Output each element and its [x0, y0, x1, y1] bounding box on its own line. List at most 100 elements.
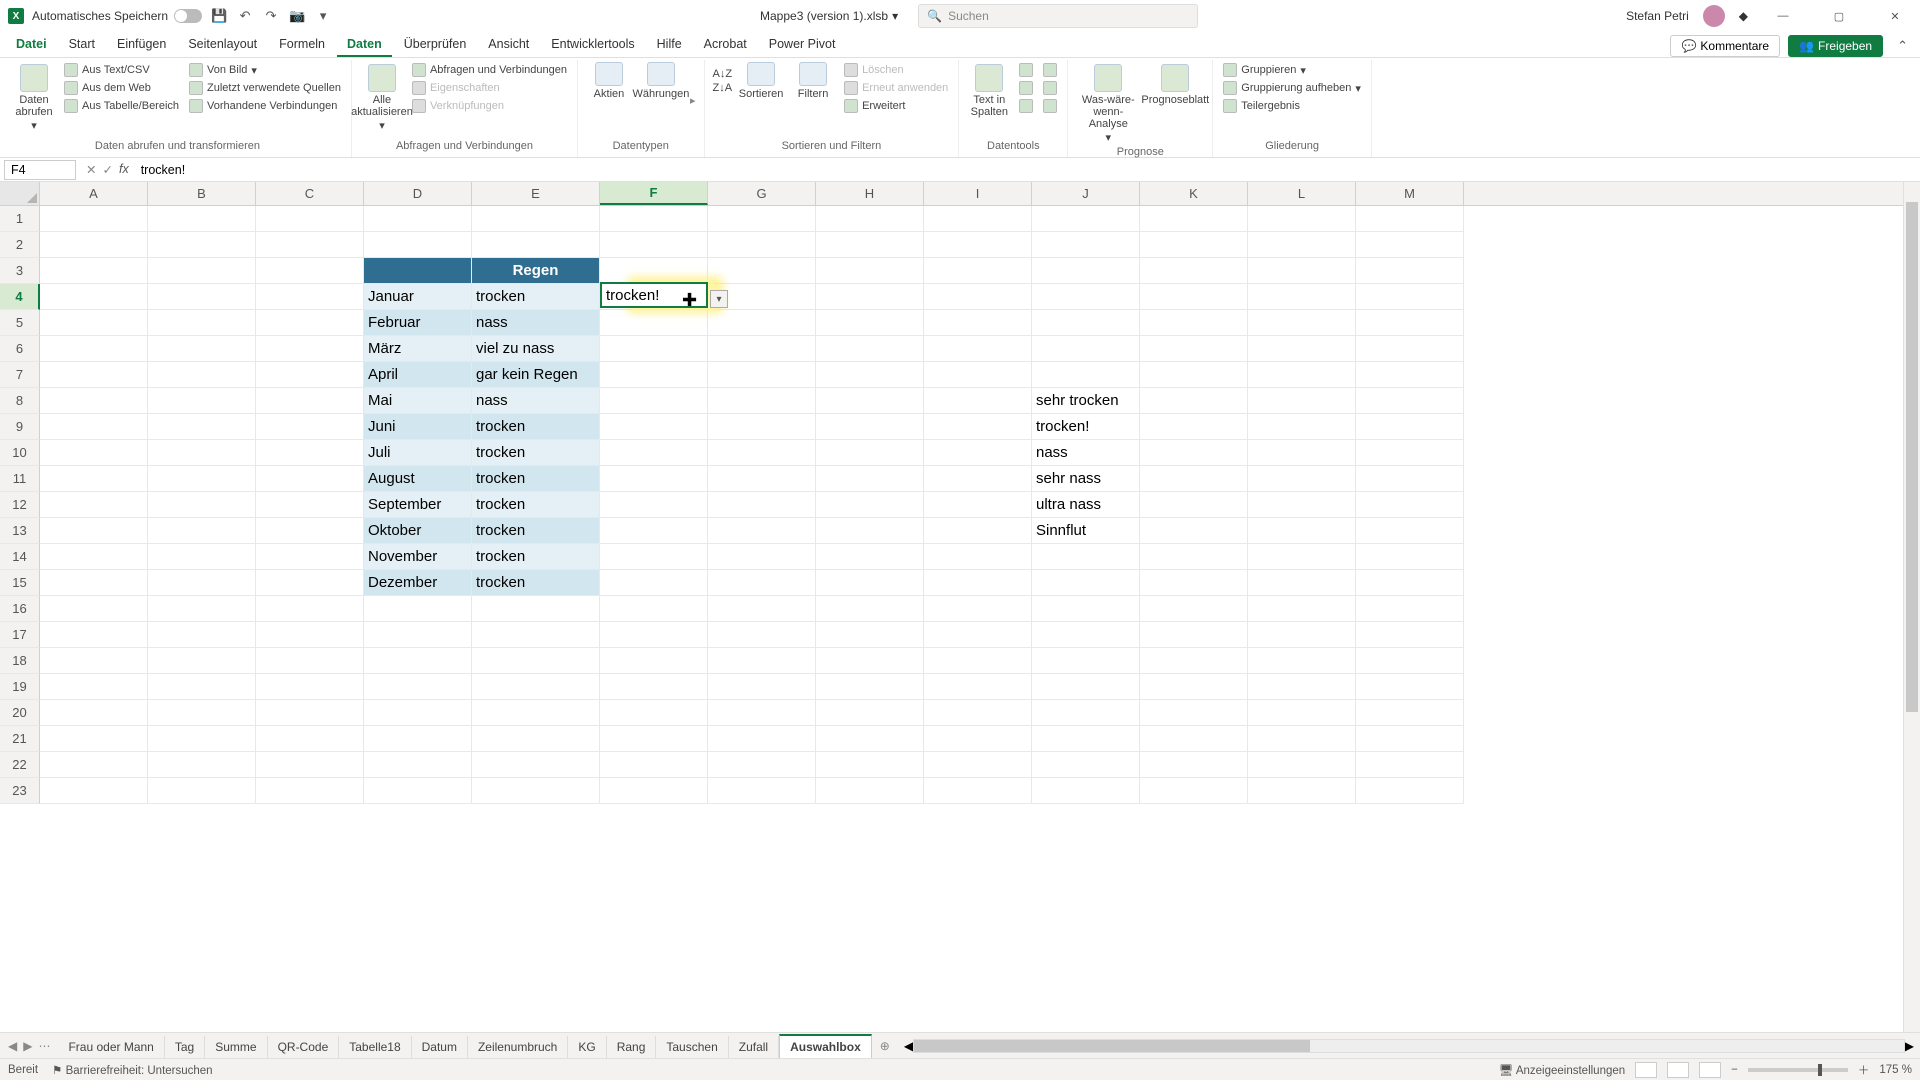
cell-G2[interactable]: [708, 232, 816, 258]
cell-E3[interactable]: Regen: [472, 258, 600, 284]
cell-E7[interactable]: gar kein Regen: [472, 362, 600, 388]
cell-J23[interactable]: [1032, 778, 1140, 804]
cell-H8[interactable]: [816, 388, 924, 414]
cell-I19[interactable]: [924, 674, 1032, 700]
cell-K3[interactable]: [1140, 258, 1248, 284]
from-text-csv[interactable]: Aus Text/CSV: [62, 62, 181, 78]
cell-K18[interactable]: [1140, 648, 1248, 674]
subtotal-button[interactable]: Teilergebnis: [1221, 98, 1363, 114]
cell-I22[interactable]: [924, 752, 1032, 778]
cell-J11[interactable]: sehr nass: [1032, 466, 1140, 492]
cell-D9[interactable]: Juni: [364, 414, 472, 440]
cell-D6[interactable]: März: [364, 336, 472, 362]
cell-H3[interactable]: [816, 258, 924, 284]
search-input[interactable]: 🔍 Suchen: [918, 4, 1198, 28]
sheet-next-icon[interactable]: ▶: [23, 1039, 32, 1053]
cell-G19[interactable]: [708, 674, 816, 700]
cell-C12[interactable]: [256, 492, 364, 518]
cell-L4[interactable]: [1248, 284, 1356, 310]
cell-H15[interactable]: [816, 570, 924, 596]
cell-G18[interactable]: [708, 648, 816, 674]
consolidate[interactable]: [1041, 62, 1059, 78]
cell-A21[interactable]: [40, 726, 148, 752]
cell-J8[interactable]: sehr trocken: [1032, 388, 1140, 414]
cell-L13[interactable]: [1248, 518, 1356, 544]
sheet-tab[interactable]: Tabelle18: [339, 1036, 411, 1058]
minimize-button[interactable]: —: [1762, 0, 1804, 32]
cell-D15[interactable]: Dezember: [364, 570, 472, 596]
cell-H21[interactable]: [816, 726, 924, 752]
cell-B13[interactable]: [148, 518, 256, 544]
cell-A7[interactable]: [40, 362, 148, 388]
zoom-in-icon[interactable]: ＋: [1858, 1062, 1870, 1078]
cell-K5[interactable]: [1140, 310, 1248, 336]
new-sheet-icon[interactable]: ⊕: [872, 1039, 898, 1053]
from-image[interactable]: Von Bild ▾: [187, 62, 343, 78]
tab-daten[interactable]: Daten: [337, 33, 392, 57]
cell-B18[interactable]: [148, 648, 256, 674]
cell-H14[interactable]: [816, 544, 924, 570]
cell-H11[interactable]: [816, 466, 924, 492]
cell-D1[interactable]: [364, 206, 472, 232]
cell-D7[interactable]: April: [364, 362, 472, 388]
cell-A9[interactable]: [40, 414, 148, 440]
username-label[interactable]: Stefan Petri: [1626, 9, 1689, 23]
cell-K13[interactable]: [1140, 518, 1248, 544]
col-header-M[interactable]: M: [1356, 182, 1464, 205]
cell-D16[interactable]: [364, 596, 472, 622]
cell-D20[interactable]: [364, 700, 472, 726]
get-data-button[interactable]: Daten abrufen▾: [12, 62, 56, 132]
cell-L6[interactable]: [1248, 336, 1356, 362]
cell-M15[interactable]: [1356, 570, 1464, 596]
cell-B16[interactable]: [148, 596, 256, 622]
remove-duplicates[interactable]: [1017, 80, 1035, 96]
tab-start[interactable]: Start: [59, 33, 105, 57]
cell-J15[interactable]: [1032, 570, 1140, 596]
sort-button[interactable]: Sortieren: [738, 62, 784, 100]
sheet-tab[interactable]: Rang: [607, 1036, 657, 1058]
cell-G8[interactable]: [708, 388, 816, 414]
cell-C4[interactable]: [256, 284, 364, 310]
cell-M5[interactable]: [1356, 310, 1464, 336]
dropdown-arrow-icon[interactable]: ▾: [710, 290, 728, 308]
qat-dropdown-icon[interactable]: ▾: [314, 7, 332, 25]
cell-G14[interactable]: [708, 544, 816, 570]
cell-K20[interactable]: [1140, 700, 1248, 726]
cell-A13[interactable]: [40, 518, 148, 544]
cell-L14[interactable]: [1248, 544, 1356, 570]
cell-C20[interactable]: [256, 700, 364, 726]
cell-F21[interactable]: [600, 726, 708, 752]
cell-M8[interactable]: [1356, 388, 1464, 414]
cell-L23[interactable]: [1248, 778, 1356, 804]
cell-G6[interactable]: [708, 336, 816, 362]
cell-M12[interactable]: [1356, 492, 1464, 518]
cell-I14[interactable]: [924, 544, 1032, 570]
active-cell[interactable]: trocken!: [600, 282, 708, 308]
cell-F19[interactable]: [600, 674, 708, 700]
cell-H23[interactable]: [816, 778, 924, 804]
tab-file[interactable]: Datei: [6, 33, 57, 57]
tab-formeln[interactable]: Formeln: [269, 33, 335, 57]
currencies-button[interactable]: Währungen: [638, 62, 684, 100]
col-header-K[interactable]: K: [1140, 182, 1248, 205]
cell-C8[interactable]: [256, 388, 364, 414]
cell-E1[interactable]: [472, 206, 600, 232]
cell-B2[interactable]: [148, 232, 256, 258]
cell-G11[interactable]: [708, 466, 816, 492]
cell-M19[interactable]: [1356, 674, 1464, 700]
cell-M22[interactable]: [1356, 752, 1464, 778]
cell-F18[interactable]: [600, 648, 708, 674]
sheet-tab[interactable]: Datum: [412, 1036, 468, 1058]
cell-L9[interactable]: [1248, 414, 1356, 440]
cell-J9[interactable]: trocken!: [1032, 414, 1140, 440]
cell-A10[interactable]: [40, 440, 148, 466]
col-header-L[interactable]: L: [1248, 182, 1356, 205]
tab-acrobat[interactable]: Acrobat: [694, 33, 757, 57]
cell-F13[interactable]: [600, 518, 708, 544]
cell-K11[interactable]: [1140, 466, 1248, 492]
tab-hilfe[interactable]: Hilfe: [647, 33, 692, 57]
cell-G3[interactable]: [708, 258, 816, 284]
cell-E16[interactable]: [472, 596, 600, 622]
cell-A4[interactable]: [40, 284, 148, 310]
cell-C11[interactable]: [256, 466, 364, 492]
